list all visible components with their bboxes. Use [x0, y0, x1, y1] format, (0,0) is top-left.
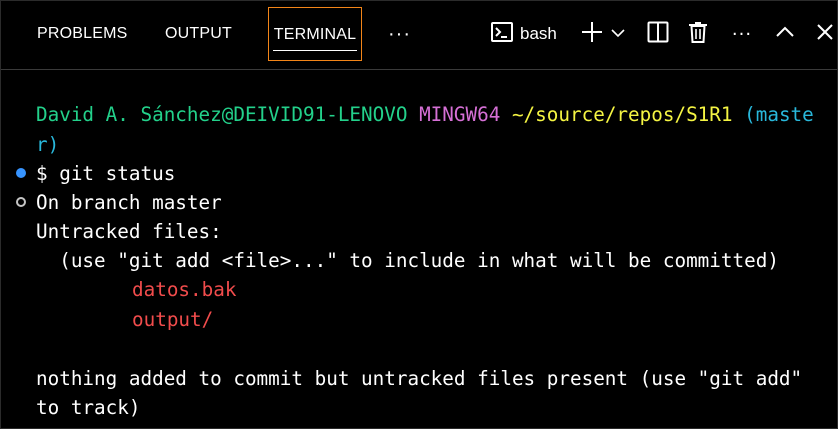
tab-terminal-label: TERMINAL [273, 26, 357, 43]
tab-problems[interactable]: PROBLEMS [37, 1, 128, 67]
output-line: (use "git add <file>..." to include in w… [36, 249, 779, 272]
prompt-branch: (maste [744, 103, 814, 126]
prompt-user-host: David A. Sánchez@DEIVID91-LENOVO [36, 103, 408, 126]
ellipsis-icon: ··· [731, 23, 753, 45]
split-terminal-button[interactable] [646, 1, 670, 67]
plus-icon [581, 21, 603, 48]
close-panel-button[interactable] [813, 1, 837, 67]
tab-terminal[interactable]: TERMINAL [268, 7, 362, 61]
chevron-down-icon [611, 25, 625, 43]
prompt-path: ~/source/repos/S1R1 [511, 103, 733, 126]
close-icon [816, 23, 834, 46]
panel-tab-bar: PROBLEMS OUTPUT TERMINAL ··· bash ··· [1, 1, 837, 70]
output-line: to track) [36, 396, 141, 419]
active-tab-underline [273, 50, 357, 51]
more-actions-button[interactable]: ··· [729, 1, 755, 67]
split-icon [647, 21, 669, 48]
terminal-panel: PROBLEMS OUTPUT TERMINAL ··· bash ··· Da… [0, 0, 838, 429]
terminal-shell-selector[interactable]: bash [491, 1, 567, 67]
untracked-file: datos.bak [132, 278, 237, 301]
command-success-decoration[interactable] [16, 168, 26, 178]
prompt-line: David A. Sánchez@DEIVID91-LENOVO MINGW64… [36, 100, 814, 129]
prompt-branch-wrap: r) [36, 133, 60, 156]
trash-icon [688, 21, 708, 48]
command-default-decoration[interactable] [16, 197, 26, 207]
terminal-output[interactable]: David A. Sánchez@DEIVID91-LENOVO MINGW64… [1, 70, 837, 428]
prompt-system: MINGW64 [419, 103, 501, 126]
kill-terminal-button[interactable] [685, 1, 711, 67]
output-line: Untracked files: [36, 220, 222, 243]
maximize-panel-button[interactable] [772, 1, 798, 67]
tab-output[interactable]: OUTPUT [165, 1, 232, 67]
new-terminal-button[interactable] [579, 1, 605, 67]
launch-profile-button[interactable] [607, 1, 629, 67]
chevron-up-icon [776, 25, 794, 43]
shell-name: bash [520, 24, 557, 43]
more-tabs-button[interactable]: ··· [388, 1, 411, 67]
untracked-file: output/ [132, 308, 214, 331]
command-line: $ git status [36, 162, 176, 185]
output-line: On branch master [36, 191, 222, 214]
output-line: nothing added to commit but untracked fi… [36, 367, 803, 390]
terminal-icon [491, 21, 513, 47]
